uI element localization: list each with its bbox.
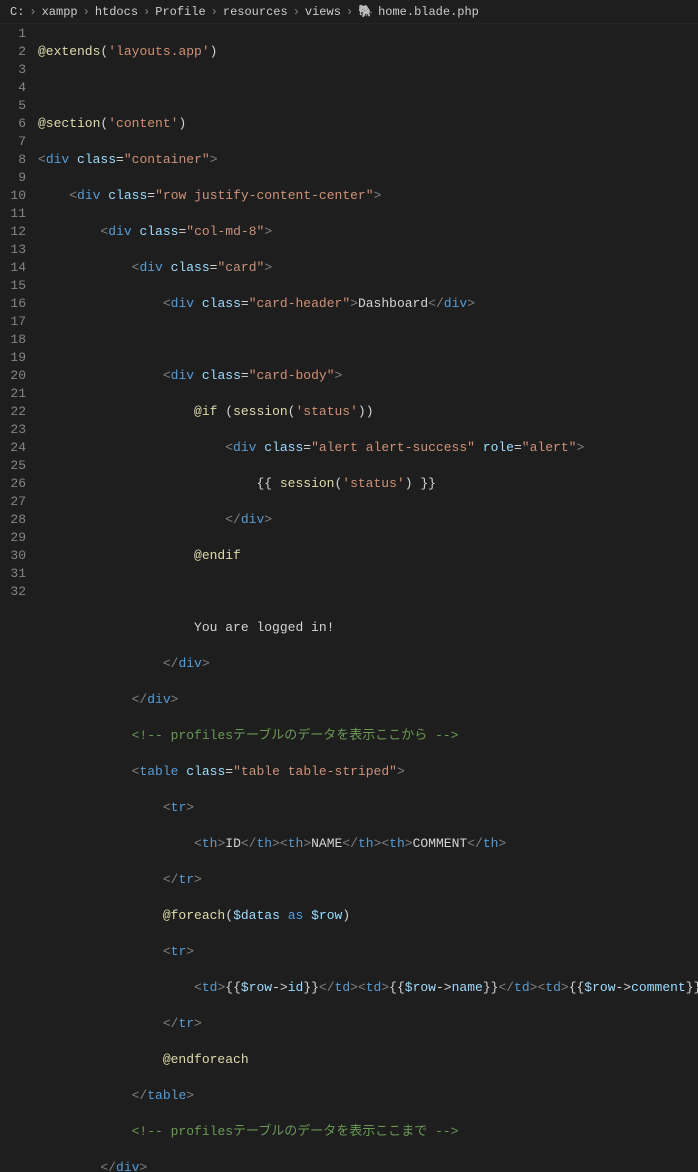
chevron-right-icon: › <box>211 5 218 19</box>
line-number: 9 <box>0 169 26 187</box>
breadcrumb-segment[interactable]: resources <box>223 5 288 19</box>
code-editor[interactable]: 1 2 3 4 5 6 7 8 9 10 11 12 13 14 15 16 1… <box>0 24 698 1172</box>
breadcrumb-segment[interactable]: xampp <box>42 5 78 19</box>
line-number: 29 <box>0 529 26 547</box>
breadcrumb: C: › xampp › htdocs › Profile › resources › v… <box>0 0 698 24</box>
breadcrumb-segment[interactable]: htdocs <box>95 5 138 19</box>
line-number: 1 <box>0 25 26 43</box>
line-number: 22 <box>0 403 26 421</box>
php-file-icon: 🐘 <box>358 4 373 19</box>
line-number: 24 <box>0 439 26 457</box>
line-number: 17 <box>0 313 26 331</box>
line-number: 10 <box>0 187 26 205</box>
breadcrumb-segment[interactable]: views <box>305 5 341 19</box>
line-number: 20 <box>0 367 26 385</box>
line-number: 21 <box>0 385 26 403</box>
line-number: 12 <box>0 223 26 241</box>
line-number: 25 <box>0 457 26 475</box>
line-number-gutter: 1 2 3 4 5 6 7 8 9 10 11 12 13 14 15 16 1… <box>0 24 38 1172</box>
line-number: 7 <box>0 133 26 151</box>
chevron-right-icon: › <box>83 5 90 19</box>
line-number: 13 <box>0 241 26 259</box>
breadcrumb-file[interactable]: home.blade.php <box>378 5 479 19</box>
line-number: 8 <box>0 151 26 169</box>
line-number: 26 <box>0 475 26 493</box>
line-number: 3 <box>0 61 26 79</box>
breadcrumb-segment[interactable]: Profile <box>155 5 205 19</box>
line-number: 31 <box>0 565 26 583</box>
code-content[interactable]: @extends('layouts.app') @section('conten… <box>38 24 698 1172</box>
chevron-right-icon: › <box>346 5 353 19</box>
line-number: 19 <box>0 349 26 367</box>
chevron-right-icon: › <box>29 5 36 19</box>
line-number: 2 <box>0 43 26 61</box>
line-number: 5 <box>0 97 26 115</box>
line-number: 27 <box>0 493 26 511</box>
chevron-right-icon: › <box>293 5 300 19</box>
chevron-right-icon: › <box>143 5 150 19</box>
breadcrumb-segment[interactable]: C: <box>10 5 24 19</box>
line-number: 11 <box>0 205 26 223</box>
line-number: 4 <box>0 79 26 97</box>
line-number: 23 <box>0 421 26 439</box>
line-number: 30 <box>0 547 26 565</box>
line-number: 14 <box>0 259 26 277</box>
line-number: 28 <box>0 511 26 529</box>
line-number: 18 <box>0 331 26 349</box>
line-number: 16 <box>0 295 26 313</box>
line-number: 15 <box>0 277 26 295</box>
line-number: 6 <box>0 115 26 133</box>
